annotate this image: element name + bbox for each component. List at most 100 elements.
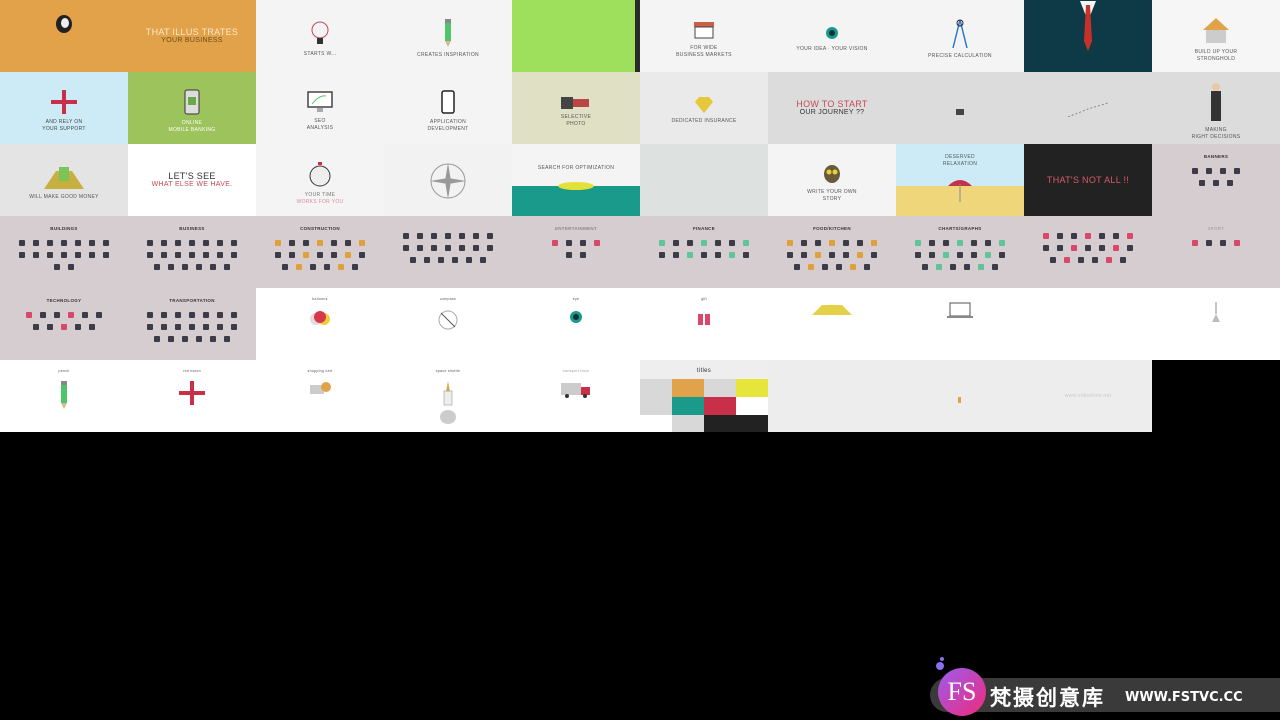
video-thumbnail[interactable]: SPORT bbox=[1152, 216, 1280, 288]
video-thumbnail[interactable]: LET'S SEE WHAT ELSE WE HAVE. bbox=[128, 144, 256, 216]
video-thumbnail[interactable]: FINANCE bbox=[640, 216, 768, 288]
video-thumbnail[interactable] bbox=[1152, 288, 1280, 360]
video-thumbnail[interactable]: YOUR TIME WORKS FOR YOU bbox=[256, 144, 384, 216]
video-thumbnail[interactable]: TRANSPORTATION bbox=[128, 288, 256, 360]
category-label: TECHNOLOGY bbox=[46, 298, 82, 303]
video-thumbnail[interactable] bbox=[768, 360, 896, 432]
thumbnail-text: red baron bbox=[183, 369, 201, 373]
video-thumbnail[interactable]: SEARCH FOR OPTIMIZATION bbox=[512, 144, 640, 216]
video-thumbnail[interactable]: FOOD/KITCHEN bbox=[768, 216, 896, 288]
video-thumbnail[interactable]: DEDICATED INSURANCE bbox=[640, 72, 768, 144]
video-thumbnail[interactable]: BUSINESS bbox=[128, 216, 256, 288]
category-icon bbox=[701, 252, 707, 258]
video-thumbnail[interactable]: gift bbox=[640, 288, 768, 360]
watermark-url: WWW.FSTVC.CC bbox=[1125, 690, 1243, 705]
category-icon bbox=[54, 312, 60, 318]
video-thumbnail[interactable]: STARTS W... bbox=[256, 0, 384, 72]
video-thumbnail[interactable]: space shuttle bbox=[384, 360, 512, 432]
thumbnail-text: gift bbox=[701, 297, 707, 301]
category-icon bbox=[985, 240, 991, 246]
video-thumbnail[interactable]: DESERVED RELAXATION bbox=[896, 144, 1024, 216]
category-icon bbox=[701, 240, 707, 246]
icon-set bbox=[403, 233, 493, 263]
thumbnail-text: THAT'S NOT ALL !! bbox=[1046, 175, 1130, 185]
category-icon bbox=[61, 240, 67, 246]
category-icon bbox=[352, 264, 358, 270]
video-thumbnail[interactable]: WILL MAKE GOOD MONEY bbox=[0, 144, 128, 216]
video-thumbnail[interactable]: shopping cart bbox=[256, 360, 384, 432]
category-icon bbox=[801, 252, 807, 258]
category-icon bbox=[161, 324, 167, 330]
video-thumbnail[interactable] bbox=[0, 0, 128, 72]
video-thumbnail[interactable]: HOW TO START OUR JOURNEY ?? bbox=[768, 72, 896, 144]
video-thumbnail[interactable]: red baron bbox=[128, 360, 256, 432]
thumbnail-text: WRITE YOUR OWN bbox=[807, 188, 857, 195]
video-thumbnail[interactable] bbox=[896, 288, 1024, 360]
category-icon bbox=[950, 264, 956, 270]
video-thumbnail[interactable] bbox=[896, 72, 1024, 144]
category-icon bbox=[345, 252, 351, 258]
path-icon bbox=[1067, 101, 1109, 122]
title-swatch bbox=[704, 397, 736, 415]
video-thumbnail[interactable]: PRECISE CALCULATION bbox=[896, 0, 1024, 72]
video-thumbnail[interactable] bbox=[512, 0, 640, 72]
video-thumbnail[interactable]: FOR WIDE BUSINESS MARKETS bbox=[640, 0, 768, 72]
category-icon bbox=[857, 240, 863, 246]
video-thumbnail[interactable]: CHARTS/GRAPHS bbox=[896, 216, 1024, 288]
video-thumbnail[interactable]: SEO ANALYSIS bbox=[256, 72, 384, 144]
category-icon bbox=[89, 240, 95, 246]
video-thumbnail[interactable]: THAT ILLUS TRATES YOUR BUSINESS bbox=[128, 0, 256, 72]
video-thumbnail[interactable]: BUILDINGS bbox=[0, 216, 128, 288]
video-thumbnail[interactable]: AND RELY ON YOUR SUPPORT bbox=[0, 72, 128, 144]
category-icon bbox=[75, 240, 81, 246]
category-icon bbox=[431, 233, 437, 239]
video-thumbnail[interactable]: BANNERS bbox=[1152, 144, 1280, 216]
video-thumbnail[interactable] bbox=[1024, 72, 1152, 144]
video-thumbnail[interactable]: compass bbox=[384, 288, 512, 360]
video-thumbnail[interactable] bbox=[1024, 0, 1152, 72]
category-icon bbox=[1099, 233, 1105, 239]
category-icon bbox=[580, 252, 586, 258]
video-thumbnail[interactable] bbox=[1024, 216, 1152, 288]
title-swatch bbox=[704, 379, 736, 397]
video-thumbnail[interactable]: CONSTRUCTION bbox=[256, 216, 384, 288]
video-thumbnail[interactable]: balloons bbox=[256, 288, 384, 360]
video-thumbnail[interactable] bbox=[384, 216, 512, 288]
category-icon bbox=[217, 312, 223, 318]
video-thumbnail[interactable]: transport truck bbox=[512, 360, 640, 432]
category-icon bbox=[103, 240, 109, 246]
video-thumbnail[interactable] bbox=[1024, 288, 1152, 360]
category-icon bbox=[424, 257, 430, 263]
category-icon bbox=[89, 324, 95, 330]
titles-swatches bbox=[640, 379, 768, 432]
video-thumbnail[interactable]: www.videohive.net bbox=[1024, 360, 1152, 432]
plane-icon bbox=[49, 89, 79, 119]
video-thumbnail[interactable]: APPLICATION DEVELOPMENT bbox=[384, 72, 512, 144]
video-thumbnail[interactable] bbox=[640, 144, 768, 216]
video-thumbnail[interactable]: pencil bbox=[0, 360, 128, 432]
video-thumbnail[interactable] bbox=[384, 144, 512, 216]
category-icon bbox=[915, 240, 921, 246]
video-thumbnail[interactable]: WRITE YOUR OWN STORY bbox=[768, 144, 896, 216]
category-label: SPORT bbox=[1207, 226, 1225, 231]
video-thumbnail[interactable] bbox=[896, 360, 1024, 432]
video-thumbnail[interactable] bbox=[1152, 360, 1280, 432]
category-icon bbox=[438, 257, 444, 263]
video-thumbnail[interactable]: YOUR IDEA · YOUR VISION bbox=[768, 0, 896, 72]
video-thumbnail[interactable]: ONLINE MOBILE BANKING bbox=[128, 72, 256, 144]
video-thumbnail[interactable] bbox=[768, 288, 896, 360]
category-icon bbox=[203, 312, 209, 318]
category-icon bbox=[231, 312, 237, 318]
video-thumbnail[interactable]: THAT'S NOT ALL !! bbox=[1024, 144, 1152, 216]
video-thumbnail[interactable]: ENTERTAINMENT bbox=[512, 216, 640, 288]
video-thumbnail[interactable]: eye bbox=[512, 288, 640, 360]
video-thumbnail[interactable]: MAKING RIGHT DECISIONS bbox=[1152, 72, 1280, 144]
video-thumbnail[interactable]: TECHNOLOGY bbox=[0, 288, 128, 360]
video-thumbnail[interactable]: CREATES INSPIRATION bbox=[384, 0, 512, 72]
category-icon bbox=[729, 240, 735, 246]
video-thumbnail[interactable]: SELECTIVE PHOTO bbox=[512, 72, 640, 144]
video-thumbnail[interactable]: titles bbox=[640, 360, 768, 432]
category-icon bbox=[1050, 257, 1056, 263]
category-icon bbox=[687, 240, 693, 246]
video-thumbnail[interactable]: BUILD UP YOUR STRONGHOLD bbox=[1152, 0, 1280, 72]
